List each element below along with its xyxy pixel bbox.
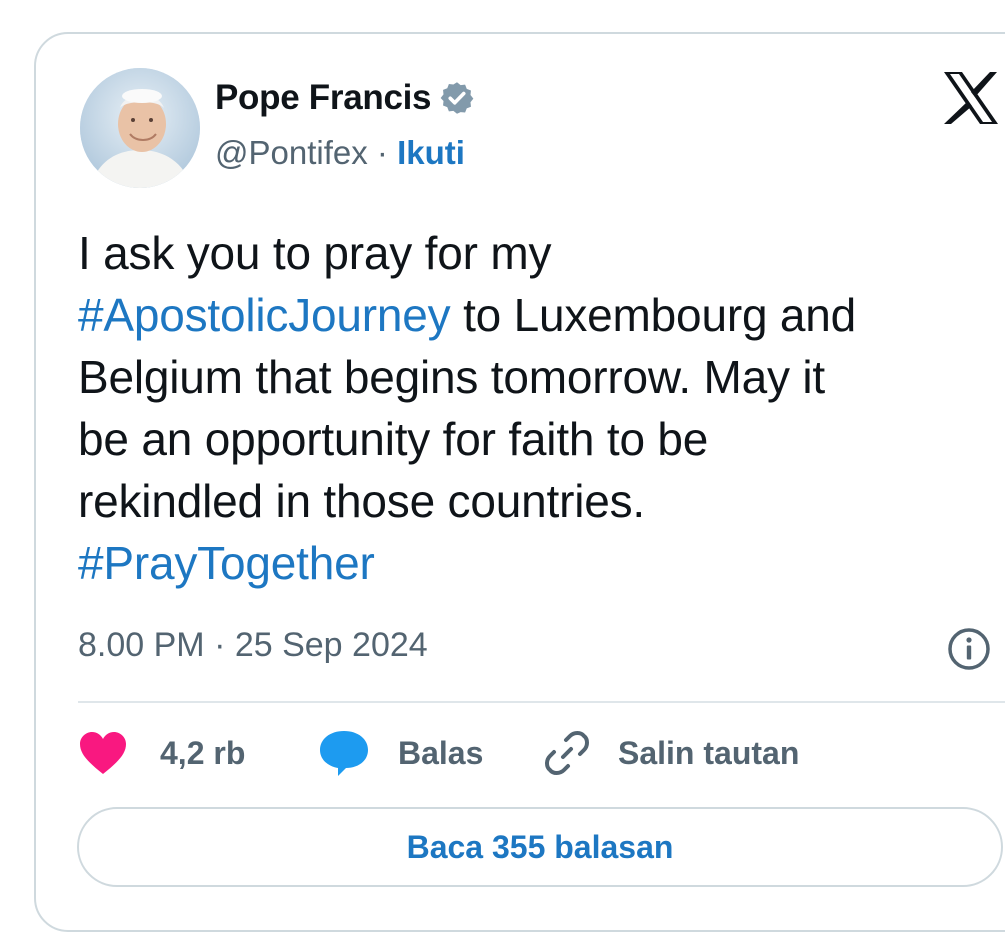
reply-label: Balas [398, 734, 484, 771]
author-handle-row: @Pontifex · Ikuti [215, 134, 465, 172]
reply-button[interactable]: Balas [318, 726, 483, 780]
tweet-line: rekindled in those countries. [78, 470, 988, 532]
link-icon [545, 731, 589, 775]
read-replies-button[interactable]: Baca 355 balasan [77, 807, 1003, 887]
tweet-line: Belgium that begins tomorrow. May it [78, 346, 988, 408]
like-button[interactable]: 4,2 rb [78, 726, 245, 780]
author-name[interactable]: Pope Francis [215, 78, 432, 118]
author-name-row: Pope Francis [215, 78, 475, 118]
tweet-line: be an opportunity for faith to be [78, 408, 988, 470]
copy-link-label: Salin tautan [618, 734, 800, 771]
like-count: 4,2 rb [160, 734, 246, 771]
heart-icon [80, 732, 126, 774]
hashtag-pray-together[interactable]: #PrayTogether [78, 537, 375, 589]
tweet-line: I ask you to pray for my [78, 222, 988, 284]
avatar-portrait [80, 68, 200, 188]
verified-badge-icon [440, 82, 474, 114]
avatar[interactable] [80, 68, 200, 188]
copy-link-button[interactable]: Salin tautan [542, 726, 799, 780]
divider [78, 701, 1005, 703]
action-bar: 4,2 rb Balas Salin tautan [78, 726, 998, 780]
tweet-text: I ask you to pray for my #ApostolicJourn… [78, 222, 988, 594]
follow-button[interactable]: Ikuti [397, 134, 465, 171]
tweet-text-segment: rekindled in those countries. [78, 475, 645, 527]
handle-separator: · [367, 134, 398, 171]
hashtag-apostolic-journey[interactable]: #ApostolicJourney [78, 289, 451, 341]
speech-bubble-icon [320, 731, 368, 776]
tweet-timestamp[interactable]: 8.00 PM · 25 Sep 2024 [78, 626, 428, 665]
tweet-text-segment: Belgium that begins tomorrow. May it [78, 351, 826, 403]
author-handle[interactable]: @Pontifex [215, 134, 368, 171]
tweet-line: #ApostolicJourney to Luxembourg and [78, 284, 988, 346]
tweet-line: #PrayTogether [78, 532, 988, 594]
tweet-text-segment: I ask you to pray for my [78, 227, 552, 279]
x-logo-icon[interactable] [942, 70, 1000, 126]
info-icon[interactable] [946, 626, 992, 672]
tweet-text-segment: be an opportunity for faith to be [78, 413, 709, 465]
tweet-text-segment: to Luxembourg and [450, 289, 857, 341]
